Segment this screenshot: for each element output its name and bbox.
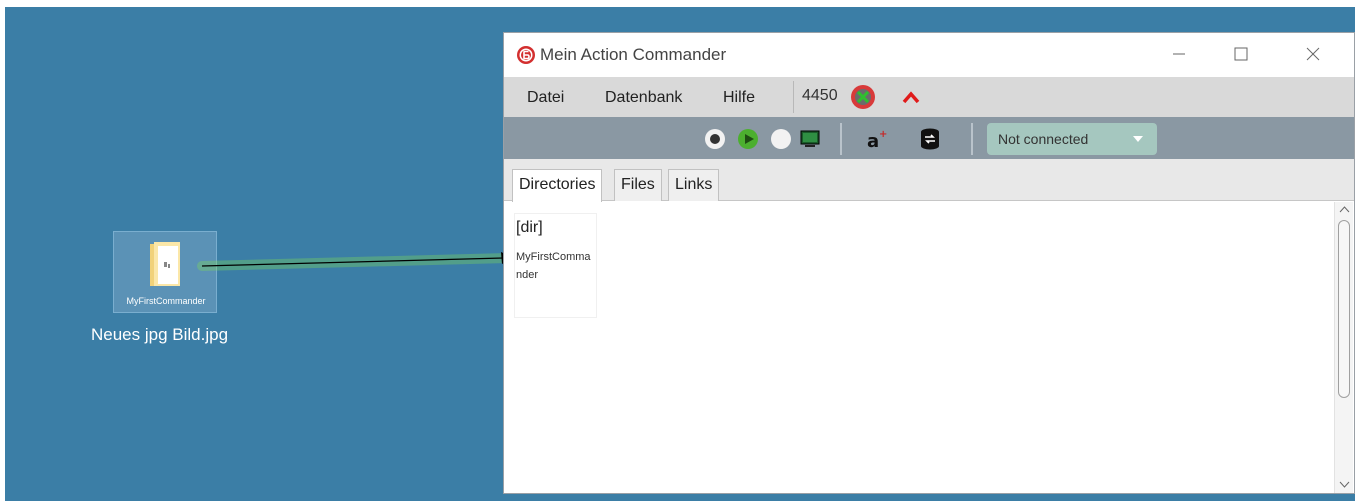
- disconnected-icon[interactable]: [850, 84, 876, 110]
- chevron-down-icon: [1133, 136, 1143, 142]
- maximize-button[interactable]: [1218, 39, 1264, 69]
- app-window: Mein Action Commander Datei Datenbank Hi…: [503, 32, 1355, 494]
- toolbar-separator: [840, 123, 842, 155]
- tab-strip: Directories Files Links: [504, 159, 1354, 202]
- scroll-down-icon[interactable]: [1339, 481, 1350, 489]
- tab-directories[interactable]: Directories: [512, 169, 603, 202]
- vertical-scrollbar[interactable]: [1334, 202, 1353, 493]
- menu-bar: Datei Datenbank Hilfe 4450: [504, 77, 1354, 117]
- desktop-file-thumbnail[interactable]: MyFirstCommander: [113, 231, 217, 313]
- thumbnail-caption: MyFirstCommander: [126, 296, 206, 306]
- directory-panel: [dir] MyFirstCommander: [504, 202, 1354, 493]
- folder-icon: [150, 242, 180, 286]
- database-sync-icon[interactable]: [918, 127, 942, 151]
- close-icon: [1306, 47, 1320, 61]
- record-icon[interactable]: [703, 127, 727, 151]
- add-text-icon[interactable]: a +: [864, 127, 888, 151]
- scroll-up-icon[interactable]: [1339, 205, 1350, 213]
- play-icon[interactable]: [736, 127, 760, 151]
- tab-links[interactable]: Links: [668, 169, 720, 201]
- toolbar: a + Not connected: [504, 117, 1354, 159]
- directory-name: MyFirstCommander: [516, 251, 591, 281]
- scroll-thumb[interactable]: [1338, 220, 1350, 398]
- port-number: 4450: [802, 87, 838, 104]
- connection-value: Not connected: [998, 131, 1089, 147]
- minimize-button[interactable]: [1156, 39, 1202, 69]
- menu-datei[interactable]: Datei: [527, 89, 564, 107]
- minimize-icon: [1173, 53, 1185, 55]
- svg-text:+: +: [879, 129, 887, 140]
- close-button[interactable]: [1290, 39, 1336, 69]
- maximize-icon: [1234, 47, 1248, 61]
- desktop-file-label[interactable]: Neues jpg Bild.jpg: [91, 325, 251, 345]
- screen-capture-icon[interactable]: [799, 127, 823, 151]
- caret-up-icon[interactable]: [902, 90, 920, 104]
- stop-icon[interactable]: [769, 127, 793, 151]
- svg-text:a: a: [867, 131, 879, 151]
- window-title: Mein Action Commander: [540, 45, 727, 64]
- toolbar-separator: [971, 123, 973, 155]
- menu-datenbank[interactable]: Datenbank: [605, 89, 682, 107]
- directory-item[interactable]: [dir] MyFirstCommander: [514, 213, 597, 318]
- connection-select[interactable]: Not connected: [987, 123, 1157, 155]
- app-logo-icon: [517, 46, 535, 64]
- menu-hilfe[interactable]: Hilfe: [723, 89, 755, 107]
- title-bar[interactable]: Mein Action Commander: [504, 33, 1354, 77]
- directory-type-tag: [dir]: [516, 219, 543, 236]
- menu-separator: [793, 81, 794, 113]
- tab-files[interactable]: Files: [614, 169, 662, 201]
